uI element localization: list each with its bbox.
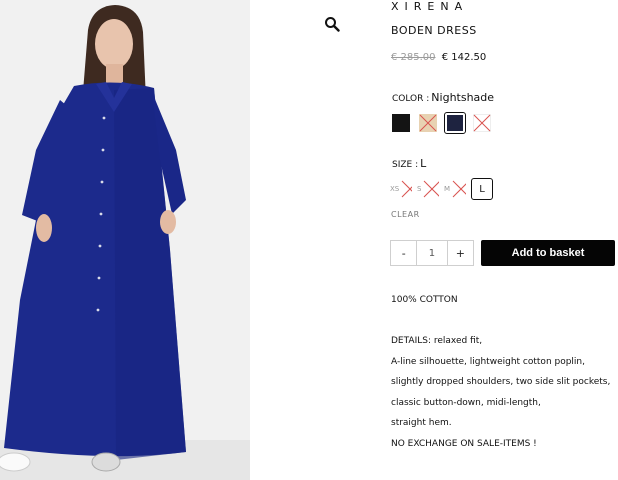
- zoom-button[interactable]: [320, 12, 344, 36]
- size-options: XS S M L: [390, 178, 493, 200]
- color-label-text: COLOR :: [392, 94, 430, 104]
- color-value: Nightshade: [431, 91, 495, 104]
- sale-price: € 142.50: [441, 52, 487, 63]
- decrease-quantity-button[interactable]: -: [391, 241, 416, 265]
- material-text: 100% COTTON: [391, 295, 458, 305]
- model-photo: [0, 0, 250, 480]
- description-line: A-line silhouette, lightweight cotton po…: [391, 357, 586, 367]
- description-line: DETAILS: relaxed fit,: [391, 336, 483, 346]
- cross-out-icon: [419, 114, 437, 132]
- cross-out-icon: [424, 180, 439, 198]
- size-label-text: SIZE :: [392, 160, 419, 170]
- color-swatch-camel[interactable]: [417, 112, 439, 134]
- brand-name: XIRENA: [391, 0, 469, 13]
- quantity-input[interactable]: 1: [416, 241, 448, 265]
- size-option-s[interactable]: S: [417, 178, 439, 200]
- swatch-color: [392, 114, 410, 132]
- size-option-m[interactable]: M: [444, 178, 466, 200]
- price: € 285.00 € 142.50: [391, 52, 486, 63]
- size-option-xs[interactable]: XS: [390, 178, 412, 200]
- description-line: slightly dropped shoulders, two side sli…: [391, 377, 611, 387]
- cross-out-icon: [473, 114, 491, 132]
- size-value: L: [420, 157, 427, 170]
- color-swatch-nightshade[interactable]: [444, 112, 466, 134]
- quantity-stepper: - 1 +: [390, 240, 474, 266]
- original-price: € 285.00: [391, 52, 436, 63]
- size-label: SIZE :L: [392, 157, 426, 170]
- size-option-label: XS: [390, 185, 400, 193]
- sale-notice: NO EXCHANGE ON SALE-ITEMS !: [391, 439, 537, 449]
- cross-out-icon: [452, 180, 466, 198]
- description-line: classic button-down, midi-length,: [391, 398, 541, 408]
- increase-quantity-button[interactable]: +: [448, 241, 473, 265]
- color-swatch-white[interactable]: [471, 112, 493, 134]
- color-swatches: [390, 112, 493, 134]
- size-option-l[interactable]: L: [471, 178, 493, 200]
- clear-selection-link[interactable]: CLEAR: [391, 210, 420, 219]
- magnifier-icon: [325, 17, 340, 32]
- cross-out-icon: [401, 180, 412, 198]
- product-image[interactable]: [0, 0, 250, 480]
- color-label: COLOR : Nightshade: [392, 91, 494, 104]
- swatch-color: [447, 115, 463, 131]
- color-swatch-black[interactable]: [390, 112, 412, 134]
- product-title: BODEN DRESS: [391, 24, 477, 37]
- description-line: straight hem.: [391, 418, 452, 428]
- size-option-label: L: [479, 183, 485, 195]
- add-to-basket-button[interactable]: Add to basket: [481, 240, 615, 266]
